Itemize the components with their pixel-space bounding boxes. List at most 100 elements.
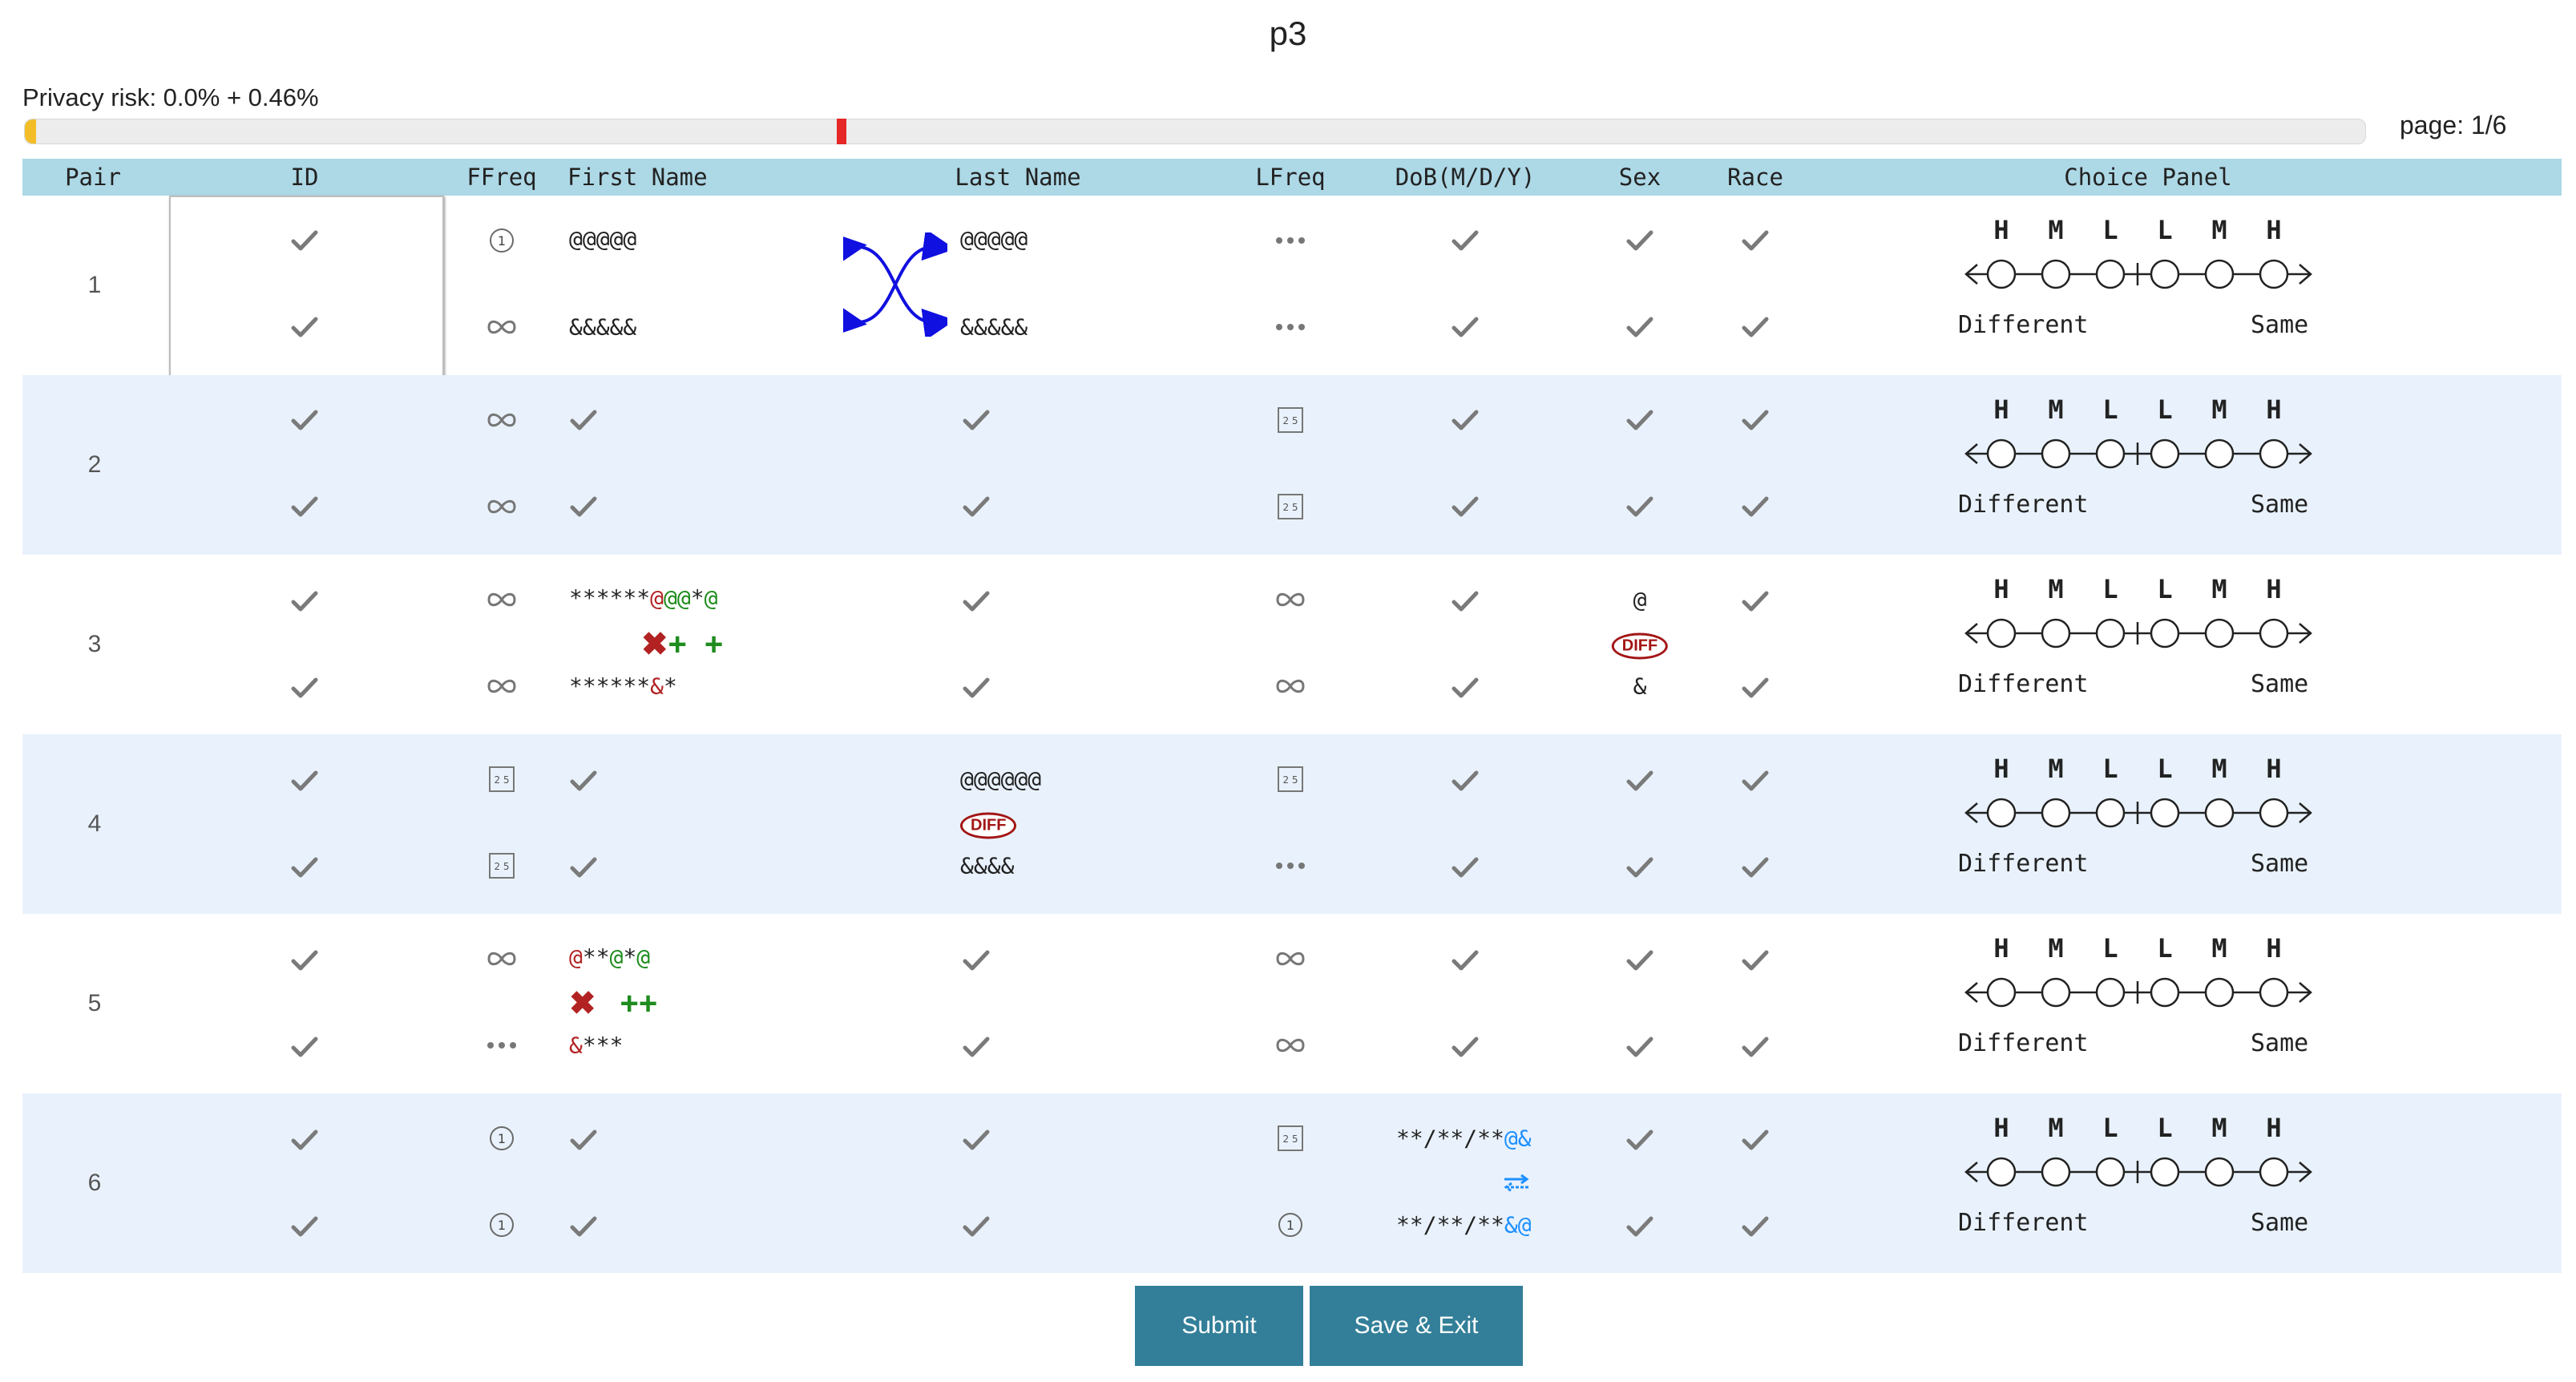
table-row: 4 2 5 2 5 @@@@@@ DIFF &&&& 2 5 H M L L M H Dif…: [22, 734, 2562, 914]
choice-radio[interactable]: [2041, 259, 2071, 289]
choice-radio[interactable]: [2150, 259, 2180, 289]
check-icon: [1452, 229, 1479, 252]
pair-number: 2: [87, 451, 102, 478]
choice-radio[interactable]: [2095, 259, 2126, 289]
transpose-icon: [1502, 1173, 1531, 1194]
check-icon: [1626, 1036, 1653, 1058]
choice-radio[interactable]: [2150, 798, 2180, 828]
choice-radio[interactable]: [2204, 977, 2235, 1008]
choice-radio[interactable]: [2041, 977, 2071, 1008]
choice-scale-labels: HMLLMH: [1958, 1113, 2327, 1145]
check-icon: [1742, 229, 1769, 252]
choice-radio[interactable]: [2095, 438, 2126, 469]
check-icon: [1626, 316, 1653, 338]
check-icon: [291, 949, 318, 972]
choice-radio[interactable]: [2041, 798, 2071, 828]
choice-radio[interactable]: [2259, 259, 2289, 289]
choice-radio[interactable]: [2259, 977, 2289, 1008]
choice-radio[interactable]: [2095, 1157, 2126, 1187]
header-dob: DoB(M/D/Y): [1395, 164, 1536, 191]
choice-radio[interactable]: [2150, 1157, 2180, 1187]
svg-text:2 5: 2 5: [494, 774, 509, 786]
check-icon: [963, 1215, 990, 1238]
check-icon: [1452, 677, 1479, 699]
first-name-diff-marks: ✖++: [641, 627, 724, 662]
choice-radio[interactable]: [2259, 1157, 2289, 1187]
choice-radio[interactable]: [1986, 618, 2017, 649]
choice-scale-letter: H: [1993, 215, 2009, 245]
check-icon: [1742, 949, 1769, 972]
page-title: p3: [1269, 14, 1307, 52]
id-box[interactable]: [169, 196, 444, 377]
swap-arrows-icon[interactable]: [843, 232, 947, 337]
choice-radio[interactable]: [1986, 798, 2017, 828]
choice-radio[interactable]: [2204, 1157, 2235, 1187]
choice-scale: [1964, 1157, 2312, 1187]
choice-radio[interactable]: [2095, 618, 2126, 649]
privacy-risk-fill: [25, 119, 36, 143]
choice-radio[interactable]: [2095, 798, 2126, 828]
choice-radio[interactable]: [2259, 798, 2289, 828]
choice-radio[interactable]: [1986, 977, 2017, 1008]
choice-radio[interactable]: [2259, 618, 2289, 649]
choice-radio[interactable]: [2259, 438, 2289, 469]
check-icon: [291, 495, 318, 518]
check-icon: [1452, 590, 1479, 612]
choice-radio[interactable]: [2150, 977, 2180, 1008]
choice-radio[interactable]: [2204, 618, 2235, 649]
different-label: Different: [1958, 491, 2089, 519]
choice-panel: H M L L M H Different Same: [1958, 754, 2327, 898]
choice-radio[interactable]: [1986, 259, 2017, 289]
different-label: Different: [1958, 311, 2089, 339]
infinity-icon: [486, 318, 518, 336]
choice-panel: H M L L M H Different Same: [1958, 1113, 2327, 1257]
check-icon: [291, 229, 318, 252]
svg-text:2 5: 2 5: [1282, 774, 1298, 786]
infinity-icon: [486, 498, 518, 515]
pair-number: 1: [87, 272, 102, 298]
choice-radio[interactable]: [2204, 798, 2235, 828]
check-icon: [570, 770, 597, 792]
table-row: 3 ******@@@*@ ✖+ + ******&* @ DIFF & H M L L…: [22, 555, 2562, 734]
submit-button[interactable]: Submit: [1135, 1286, 1303, 1366]
save-exit-button[interactable]: Save & Exit: [1310, 1286, 1523, 1366]
box-25-icon: 2 5: [1277, 1125, 1304, 1152]
choice-scale-letter: M: [2048, 394, 2064, 425]
check-icon: [570, 1215, 597, 1238]
choice-radio[interactable]: [2041, 1157, 2071, 1187]
check-icon: [963, 1129, 990, 1151]
check-icon: [1626, 1215, 1653, 1238]
choice-radio[interactable]: [1986, 438, 2017, 469]
choice-scale: [1964, 259, 2312, 289]
choice-radio[interactable]: [2150, 618, 2180, 649]
choice-radio[interactable]: [2204, 438, 2235, 469]
choice-radio[interactable]: [1986, 1157, 2017, 1187]
choice-radio[interactable]: [2041, 618, 2071, 649]
different-label: Different: [1958, 1209, 2089, 1237]
choice-scale-letter: H: [2266, 933, 2282, 964]
check-icon: [1742, 856, 1769, 879]
same-label: Same: [2251, 491, 2309, 519]
check-icon: [570, 495, 597, 518]
choice-scale-letter: M: [2211, 1113, 2227, 1143]
choice-scale-letter: M: [2048, 754, 2064, 784]
choice-scale-letter: M: [2048, 933, 2064, 964]
svg-text:2 5: 2 5: [1282, 1133, 1298, 1145]
choice-radio[interactable]: [2041, 438, 2071, 469]
choice-radio[interactable]: [2204, 259, 2235, 289]
choice-radio[interactable]: [2095, 977, 2126, 1008]
ellipsis-icon: [486, 1041, 518, 1050]
check-icon: [963, 677, 990, 699]
privacy-risk-label: Privacy risk: 0.0% + 0.46%: [22, 83, 319, 111]
sex-top: @: [1633, 586, 1647, 613]
check-icon: [1452, 495, 1479, 518]
choice-panel: H M L L M H Different Same: [1958, 574, 2327, 718]
choice-radio[interactable]: [2150, 438, 2180, 469]
check-icon: [1742, 1129, 1769, 1151]
last-name-top: @@@@@@: [960, 766, 1042, 793]
check-icon: [291, 316, 318, 338]
ellipsis-icon: [1274, 322, 1306, 332]
check-icon: [291, 770, 318, 792]
dob-top: **/**/**@&: [1396, 1125, 1532, 1152]
infinity-icon: [486, 591, 518, 608]
